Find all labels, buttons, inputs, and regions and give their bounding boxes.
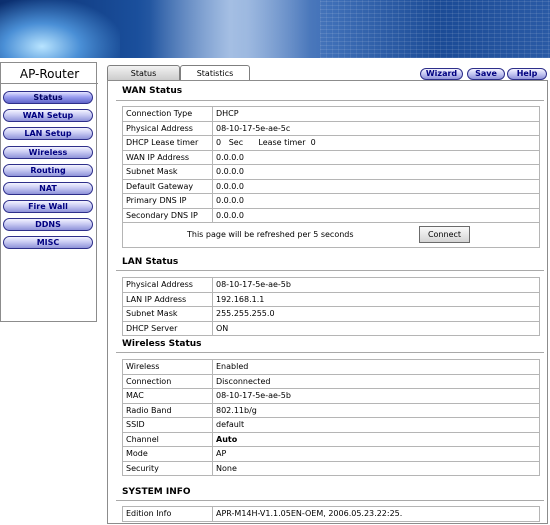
table-row: Radio Band 802.11b/g [122,402,540,418]
sidebar-item-wan-setup[interactable]: WAN Setup [3,109,93,122]
field-value: 08-10-17-5e-ae-5b [212,277,540,293]
sidebar-item-firewall[interactable]: Fire Wall [3,200,93,213]
table-row: Secondary DNS IP 0.0.0.0 [122,207,540,223]
field-value: 0.0.0.0 [212,164,540,180]
wireless-status-table: Wireless Enabled Connection Disconnected M… [122,359,540,476]
field-label: DHCP Lease timer [122,135,213,151]
tab-status[interactable]: Status [107,65,180,81]
field-value: AP [212,446,540,462]
table-row: Wireless Enabled [122,359,540,375]
sidebar-item-lan-setup[interactable]: LAN Setup [3,127,93,140]
field-label: Primary DNS IP [122,193,213,209]
field-label: Connection [122,373,213,389]
table-row: Primary DNS IP 0.0.0.0 [122,193,540,209]
table-row: DHCP Server ON [122,320,540,336]
field-value: default [212,417,540,433]
wan-status-title: WAN Status [122,86,183,96]
field-value: 0.0.0.0 [212,178,540,194]
tab-statistics[interactable]: Statistics [180,65,250,81]
table-row: LAN IP Address 192.168.1.1 [122,291,540,307]
lan-status-title: LAN Status [122,257,179,267]
system-info-title: SYSTEM INFO [122,487,191,497]
field-label: MAC [122,388,213,404]
connect-button[interactable]: Connect [419,226,470,243]
field-label: Subnet Mask [122,164,213,180]
field-value: 255.255.255.0 [212,306,540,322]
field-label: SSID [122,417,213,433]
field-value: 08-10-17-5e-ae-5c [212,120,540,136]
field-label: Radio Band [122,402,213,418]
table-row: Edition Info APR-M14H-V1.1.05EN-OEM, 2006… [122,506,540,522]
field-label: Wireless [122,359,213,375]
table-row: SSID default [122,417,540,433]
table-row: MAC 08-10-17-5e-ae-5b [122,388,540,404]
field-value: None [212,460,540,476]
field-label: WAN IP Address [122,149,213,165]
save-button[interactable]: Save [467,68,505,80]
table-row: DHCP Lease timer 0 Sec Lease timer 0 [122,135,540,151]
sidebar-item-wireless[interactable]: Wireless [3,146,93,159]
wan-status-divider [116,100,544,101]
header-banner [0,0,550,58]
banner-grid-pattern [320,0,550,58]
field-label: Physical Address [122,277,213,293]
field-label: Subnet Mask [122,306,213,322]
brand-title: AP-Router [19,67,80,81]
banner-globe-glow [0,0,120,58]
field-value: DHCP [212,106,540,122]
field-value: Enabled [212,359,540,375]
table-row: Mode AP [122,446,540,462]
sidebar-item-misc[interactable]: MISC [3,236,93,249]
refresh-message: This page will be refreshed per 5 second… [187,230,354,239]
lan-status-table: Physical Address 08-10-17-5e-ae-5b LAN IP… [122,277,540,336]
wan-status-table: Connection Type DHCP Physical Address 08-1… [122,106,540,223]
wizard-button[interactable]: Wizard [420,68,463,80]
field-label: Physical Address [122,120,213,136]
field-value: Disconnected [212,373,540,389]
table-row: Security None [122,460,540,476]
field-label: Default Gateway [122,178,213,194]
table-row: Connection Type DHCP [122,106,540,122]
lan-status-divider [116,270,544,271]
sidebar-item-routing[interactable]: Routing [3,164,93,177]
system-info-table: Edition Info APR-M14H-V1.1.05EN-OEM, 2006… [122,506,540,522]
field-value: Auto [212,431,540,447]
field-label: Security [122,460,213,476]
field-label: Connection Type [122,106,213,122]
banner-light-streak [150,0,310,58]
field-label: LAN IP Address [122,291,213,307]
table-row: Subnet Mask 0.0.0.0 [122,164,540,180]
help-button[interactable]: Help [507,68,547,80]
field-label: DHCP Server [122,320,213,336]
field-value: 802.11b/g [212,402,540,418]
table-row: Physical Address 08-10-17-5e-ae-5b [122,277,540,293]
system-info-divider [116,500,544,501]
field-value: 192.168.1.1 [212,291,540,307]
brand-divider [1,83,98,84]
field-value: 08-10-17-5e-ae-5b [212,388,540,404]
field-value: APR-M14H-V1.1.05EN-OEM, 2006.05.23.22:25… [212,506,540,522]
field-value: 0.0.0.0 [212,207,540,223]
field-value: ON [212,320,540,336]
field-label: Edition Info [122,506,213,522]
sidebar-item-nat[interactable]: NAT [3,182,93,195]
table-row: Default Gateway 0.0.0.0 [122,178,540,194]
field-value: 0.0.0.0 [212,193,540,209]
table-row: WAN IP Address 0.0.0.0 [122,149,540,165]
field-value: 0.0.0.0 [212,149,540,165]
table-row: Channel Auto [122,431,540,447]
field-label: Channel [122,431,213,447]
field-value: 0 Sec Lease timer 0 [212,135,540,151]
table-row: Connection Disconnected [122,373,540,389]
field-label: Mode [122,446,213,462]
wireless-status-title: Wireless Status [122,339,202,349]
sidebar-item-ddns[interactable]: DDNS [3,218,93,231]
table-row: Physical Address 08-10-17-5e-ae-5c [122,120,540,136]
wireless-status-divider [116,352,544,353]
table-row: Subnet Mask 255.255.255.0 [122,306,540,322]
field-label: Secondary DNS IP [122,207,213,223]
sidebar-item-status[interactable]: Status [3,91,93,104]
